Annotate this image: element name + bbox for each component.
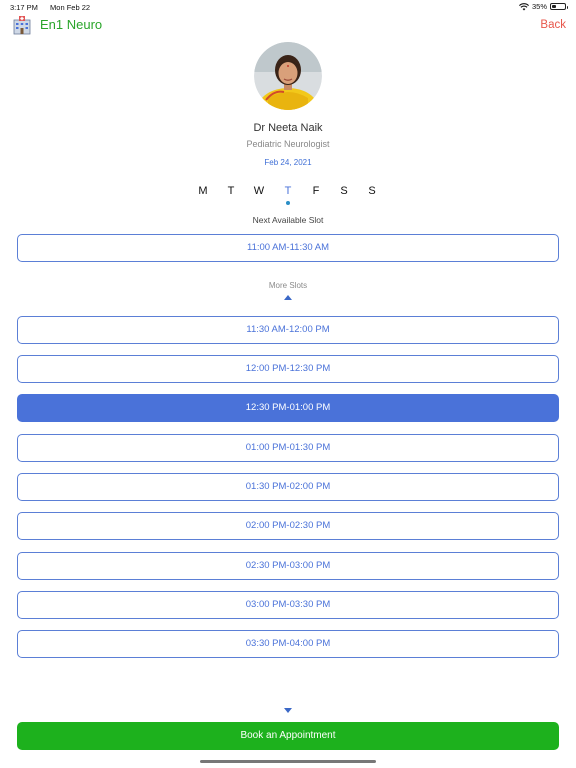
weekday-wednesday[interactable]: W <box>251 185 267 197</box>
time-slot-button[interactable]: 01:30 PM-02:00 PM <box>17 473 559 501</box>
book-appointment-button[interactable]: Book an Appointment <box>17 722 559 750</box>
status-date: Mon Feb 22 <box>50 3 91 12</box>
selected-day-indicator <box>286 201 290 205</box>
selected-date: Feb 24, 2021 <box>264 158 312 167</box>
time-slot-button[interactable]: 02:00 PM-02:30 PM <box>17 512 559 540</box>
time-slot-button-selected[interactable]: 12:30 PM-01:00 PM <box>17 394 559 422</box>
more-slots-label: More Slots <box>268 281 308 290</box>
scroll-down-arrow-icon[interactable] <box>284 708 292 713</box>
time-slot-button[interactable]: 11:30 AM-12:00 PM <box>17 316 559 344</box>
weekday-tuesday[interactable]: T <box>223 185 239 197</box>
battery-fill <box>552 5 557 8</box>
battery-icon <box>550 3 568 10</box>
time-slot-button[interactable]: 02:30 PM-03:00 PM <box>17 552 559 580</box>
doctor-photo <box>254 42 322 110</box>
weekday-saturday[interactable]: S <box>336 185 352 197</box>
next-available-slot-button[interactable]: 11:00 AM-11:30 AM <box>17 234 559 262</box>
wifi-icon <box>519 2 529 10</box>
app-title: En1 Neuro <box>40 17 103 32</box>
navigation-bar: En1 Neuro Back <box>0 14 576 38</box>
weekday-monday[interactable]: M <box>195 185 211 197</box>
time-slot-button[interactable]: 03:30 PM-04:00 PM <box>17 630 559 658</box>
status-time: 3:17 PM <box>10 3 38 12</box>
status-bar: 3:17 PM Mon Feb 22 35% <box>0 0 576 14</box>
next-available-slot-label: Next Available Slot <box>252 215 324 225</box>
home-indicator[interactable] <box>200 760 376 763</box>
time-slot-button[interactable]: 12:00 PM-12:30 PM <box>17 355 559 383</box>
time-slot-button[interactable]: 01:00 PM-01:30 PM <box>17 434 559 462</box>
scroll-up-arrow-icon[interactable] <box>284 295 292 300</box>
time-slot-button[interactable]: 03:00 PM-03:30 PM <box>17 591 559 619</box>
doctor-specialty: Pediatric Neurologist <box>246 139 330 149</box>
weekday-thursday[interactable]: T <box>280 185 296 197</box>
weekday-friday[interactable]: F <box>308 185 324 197</box>
hospital-building-icon <box>13 16 31 35</box>
back-button[interactable]: Back <box>540 19 566 31</box>
doctor-name: Dr Neeta Naik <box>253 122 323 134</box>
weekday-sunday[interactable]: S <box>364 185 380 197</box>
battery-percent: 35% <box>531 2 547 11</box>
doctor-avatar <box>254 42 322 110</box>
